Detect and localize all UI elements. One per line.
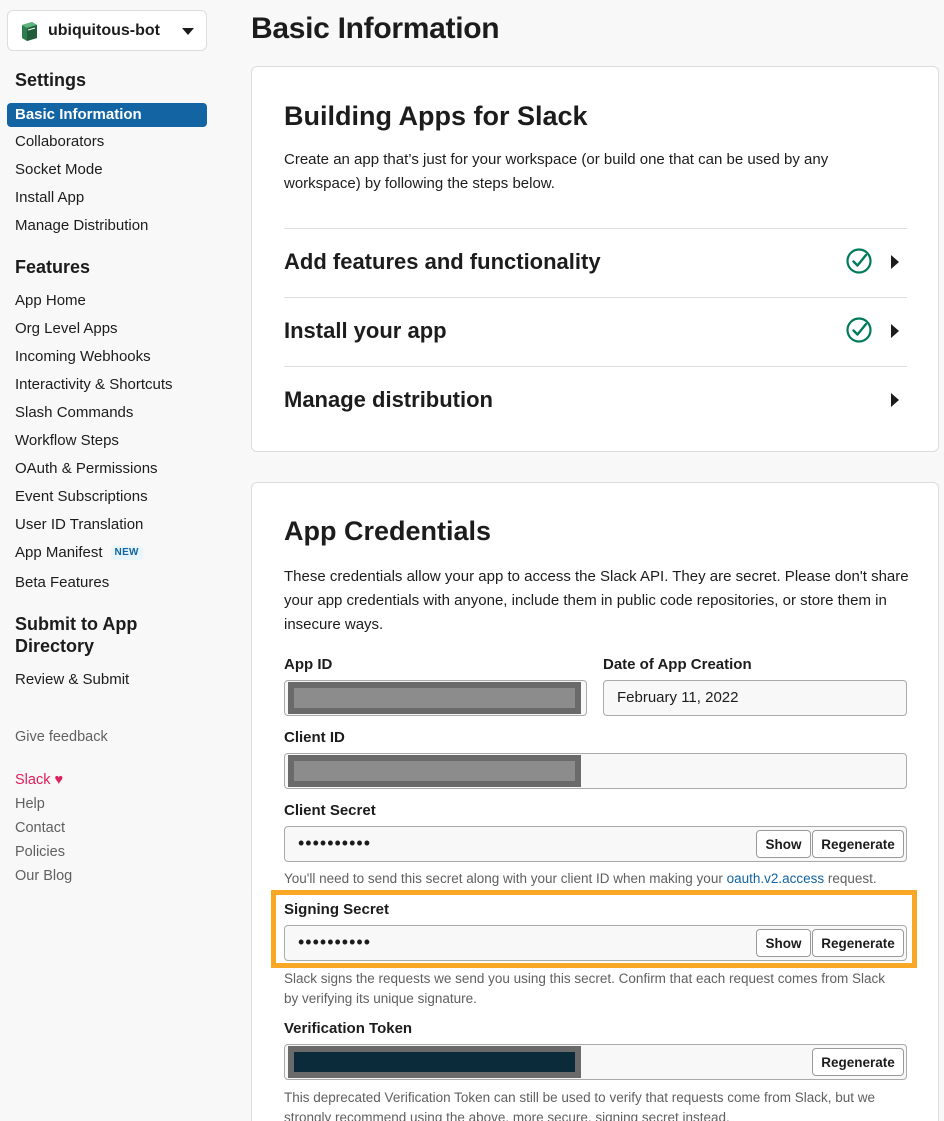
redacted-block	[288, 1046, 581, 1078]
sidebar-item-user-id-translation[interactable]: User ID Translation	[15, 515, 143, 535]
sidebar-item-oauth-permissions[interactable]: OAuth & Permissions	[15, 459, 158, 479]
sidebar-item-collaborators[interactable]: Collaborators	[15, 132, 104, 152]
app-name: ubiquitous-bot	[48, 21, 160, 39]
check-circle-icon	[846, 248, 872, 274]
sidebar-item-incoming-webhooks[interactable]: Incoming Webhooks	[15, 347, 151, 367]
redacted-block	[288, 682, 581, 714]
app-credentials-description: These credentials allow your app to acce…	[284, 568, 909, 633]
signing-secret-highlight	[271, 890, 917, 968]
oauth-access-link[interactable]: oauth.v2.access	[727, 871, 825, 886]
app-credentials-card: App Credentials These credentials allow …	[251, 482, 939, 1121]
client-id-field[interactable]	[284, 753, 907, 789]
client-secret-label: Client Secret	[284, 802, 376, 819]
date-value: February 11, 2022	[617, 689, 739, 706]
step-label: Add features and functionality	[284, 249, 601, 274]
submit-heading-line2: Directory	[15, 636, 95, 656]
book-icon	[18, 20, 40, 42]
step-add-features[interactable]: Add features and functionality	[284, 228, 907, 297]
date-field[interactable]: February 11, 2022	[603, 680, 907, 716]
sidebar-item-interactivity-shortcuts[interactable]: Interactivity & Shortcuts	[15, 375, 173, 395]
sidebar-item-install-app[interactable]: Install App	[15, 188, 84, 208]
give-feedback-link[interactable]: Give feedback	[15, 727, 108, 747]
page-title: Basic Information	[251, 12, 500, 45]
app-id-field[interactable]	[284, 680, 587, 716]
sidebar-item-basic-information[interactable]: Basic Information	[7, 103, 207, 127]
step-manage-distribution[interactable]: Manage distribution	[284, 366, 907, 435]
client-secret-masked: ••••••••••	[298, 833, 372, 853]
app-id-label: App ID	[284, 656, 333, 673]
sidebar-item-app-manifest[interactable]: App Manifest NEW	[15, 543, 143, 563]
client-secret-regenerate-button[interactable]: Regenerate	[812, 830, 904, 858]
check-circle-icon	[846, 317, 872, 343]
date-label: Date of App Creation	[603, 656, 752, 673]
new-badge: NEW	[110, 546, 143, 561]
sidebar-item-review-submit[interactable]: Review & Submit	[15, 670, 129, 690]
footer-policies-link[interactable]: Policies	[15, 842, 65, 862]
sidebar-item-beta-features[interactable]: Beta Features	[15, 573, 109, 593]
building-apps-card: Building Apps for Slack Create an app th…	[251, 66, 939, 452]
step-install-app[interactable]: Install your app	[284, 297, 907, 366]
app-switcher[interactable]: ubiquitous-bot	[7, 10, 207, 51]
verification-token-label: Verification Token	[284, 1020, 413, 1037]
footer-contact-link[interactable]: Contact	[15, 818, 65, 838]
sidebar-item-manage-distribution[interactable]: Manage Distribution	[15, 216, 148, 236]
verification-token-help: This deprecated Verification Token can s…	[284, 1090, 876, 1121]
client-secret-field[interactable]: •••••••••• Show Regenerate	[284, 826, 907, 862]
heart-icon: ♥	[54, 772, 64, 788]
caret-right-icon[interactable]	[891, 324, 899, 338]
building-apps-title: Building Apps for Slack	[284, 101, 588, 131]
app-credentials-title: App Credentials	[284, 516, 492, 546]
sidebar-item-app-home[interactable]: App Home	[15, 291, 86, 311]
sidebar-item-event-subscriptions[interactable]: Event Subscriptions	[15, 487, 148, 507]
building-apps-description: Create an app that’s just for your works…	[284, 151, 829, 192]
client-secret-help: You'll need to send this secret along wi…	[284, 869, 914, 889]
sidebar-item-label: App Manifest	[15, 544, 103, 561]
step-label: Manage distribution	[284, 387, 493, 412]
caret-right-icon[interactable]	[891, 255, 899, 269]
chevron-down-icon[interactable]	[182, 28, 194, 35]
sidebar-item-org-level-apps[interactable]: Org Level Apps	[15, 319, 118, 339]
verification-token-field[interactable]: Regenerate	[284, 1044, 907, 1080]
sidebar-item-workflow-steps[interactable]: Workflow Steps	[15, 431, 119, 451]
footer-help-link[interactable]: Help	[15, 794, 45, 814]
sidebar-item-slash-commands[interactable]: Slash Commands	[15, 403, 133, 423]
step-label: Install your app	[284, 318, 447, 343]
features-heading: Features	[15, 257, 91, 277]
verification-token-regenerate-button[interactable]: Regenerate	[812, 1048, 904, 1076]
settings-heading: Settings	[15, 70, 87, 90]
footer-blog-link[interactable]: Our Blog	[15, 866, 72, 886]
caret-right-icon[interactable]	[891, 393, 899, 407]
client-secret-help-post: request.	[824, 871, 877, 886]
client-secret-help-pre: You'll need to send this secret along wi…	[284, 871, 727, 886]
sidebar-item-socket-mode[interactable]: Socket Mode	[15, 160, 103, 180]
footer-slack-link[interactable]: Slack ♥	[15, 770, 63, 790]
redacted-block	[288, 755, 581, 787]
client-id-label: Client ID	[284, 729, 345, 746]
footer-slack-label: Slack	[15, 772, 51, 788]
sidebar: ubiquitous-bot Settings Basic Informatio…	[0, 0, 224, 1121]
submit-heading-line1: Submit to App	[15, 614, 138, 634]
client-secret-show-button[interactable]: Show	[756, 830, 811, 858]
signing-secret-help: Slack signs the requests we send you usi…	[284, 971, 886, 1006]
